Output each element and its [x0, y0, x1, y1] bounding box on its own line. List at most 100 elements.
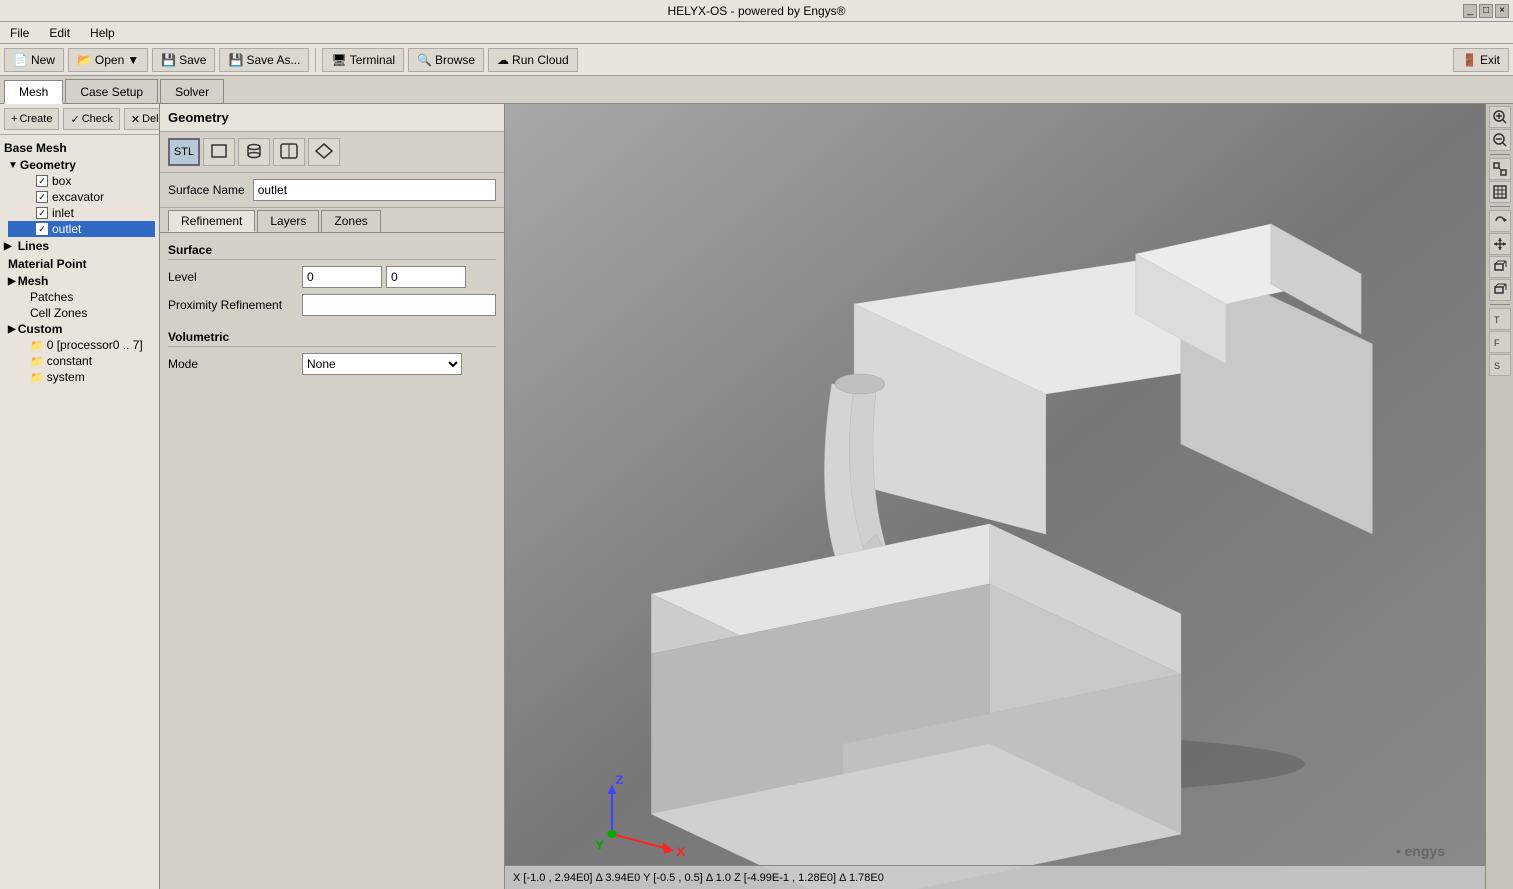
tree-item-box[interactable]: box	[8, 173, 155, 189]
rt-wireframe[interactable]	[1489, 256, 1511, 278]
menu-bar: File Edit Help	[0, 22, 1513, 44]
browse-icon: 🔍	[417, 53, 432, 67]
toolbar: 📄 New 📂 Open ▼ 💾 Save 💾 Save As... 🖥 Ter…	[0, 44, 1513, 76]
status-text: X [-1.0 , 2.94E0] Δ 3.94E0 Y [-0.5 , 0.5…	[513, 872, 884, 884]
close-button[interactable]: ×	[1495, 4, 1509, 18]
mode-select[interactable]: None Inside Outside	[302, 353, 462, 375]
browse-button[interactable]: 🔍 Browse	[408, 48, 484, 72]
window-title: HELYX-OS - powered by Engys®	[667, 4, 845, 18]
proximity-input[interactable]	[302, 294, 496, 316]
run-cloud-button[interactable]: ☁ Run Cloud	[488, 48, 578, 72]
base-mesh-label: Base Mesh	[4, 139, 155, 157]
rt-sep-2	[1490, 206, 1510, 207]
open-icon: 📂	[77, 53, 92, 67]
tab-mesh[interactable]: Mesh	[4, 80, 63, 104]
tree-item-patches[interactable]: Patches	[8, 289, 155, 305]
shape-diamond-button[interactable]	[308, 138, 340, 166]
rt-fit[interactable]	[1489, 158, 1511, 180]
custom-group-header[interactable]: ▶ Custom	[8, 321, 155, 337]
mesh-group: ▶ Mesh Patches Cell Zones	[4, 273, 155, 321]
geometry-header[interactable]: ▼ Geometry	[8, 157, 155, 173]
menu-help[interactable]: Help	[84, 24, 121, 42]
rt-sep-3	[1490, 304, 1510, 305]
mode-label: Mode	[168, 357, 298, 371]
rt-view-top[interactable]: T	[1489, 308, 1511, 330]
lines-label: ▶ Lines	[4, 237, 155, 255]
rt-view-side[interactable]: S	[1489, 354, 1511, 376]
rt-grid[interactable]	[1489, 181, 1511, 203]
sub-tab-refinement[interactable]: Refinement	[168, 210, 255, 232]
outlet-checkbox[interactable]	[36, 223, 48, 235]
viewport[interactable]: Z X Y • engys X [-1.0 , 2.94E0] Δ 3.94E0…	[505, 104, 1485, 889]
exit-button[interactable]: 🚪 Exit	[1453, 48, 1509, 72]
title-bar: HELYX-OS - powered by Engys® _ □ ×	[0, 0, 1513, 22]
svg-text:T: T	[1494, 315, 1500, 325]
tree-item-processor[interactable]: 📁 0 [processor0 .. 7]	[8, 337, 155, 353]
tree: Base Mesh ▼ Geometry box excavator	[0, 135, 159, 889]
toolbar-separator	[315, 48, 316, 72]
rt-zoom-in[interactable]	[1489, 106, 1511, 128]
create-button[interactable]: + Create	[4, 108, 59, 130]
right-toolbar: T F S	[1485, 104, 1513, 889]
rt-view-front[interactable]: F	[1489, 331, 1511, 353]
tree-item-cell-zones[interactable]: Cell Zones	[8, 305, 155, 321]
content-area: Surface Level Proximity Refinement Volum…	[160, 233, 504, 889]
check-icon: ✓	[70, 113, 79, 126]
3d-scene: Z X Y	[505, 104, 1485, 889]
tab-solver[interactable]: Solver	[160, 79, 224, 103]
save-as-icon: 💾	[228, 53, 243, 67]
delete-button[interactable]: ✕ Delete	[124, 108, 160, 130]
menu-file[interactable]: File	[4, 24, 35, 42]
rt-solid[interactable]	[1489, 279, 1511, 301]
new-icon: 📄	[13, 53, 28, 67]
level-row: Level	[168, 266, 496, 288]
rt-sep-1	[1490, 154, 1510, 155]
sub-tab-zones[interactable]: Zones	[321, 210, 380, 232]
shape-buttons: STL	[160, 132, 504, 173]
save-button[interactable]: 💾 Save	[152, 48, 215, 72]
mode-row: Mode None Inside Outside	[168, 353, 496, 375]
box-checkbox[interactable]	[36, 175, 48, 187]
proximity-row: Proximity Refinement	[168, 294, 496, 316]
custom-expand-icon: ▶	[8, 324, 16, 335]
save-as-button[interactable]: 💾 Save As...	[219, 48, 309, 72]
processor-folder-icon: 📁	[30, 339, 44, 352]
check-button[interactable]: ✓ Check	[63, 108, 119, 130]
mesh-group-header[interactable]: ▶ Mesh	[8, 273, 155, 289]
rt-pan[interactable]	[1489, 233, 1511, 255]
tree-item-constant[interactable]: 📁 constant	[8, 353, 155, 369]
save-icon: 💾	[161, 53, 176, 67]
lines-expand-icon: ▶	[4, 241, 12, 252]
shape-stl-button[interactable]: STL	[168, 138, 200, 166]
inlet-checkbox[interactable]	[36, 207, 48, 219]
status-bar: X [-1.0 , 2.94E0] Δ 3.94E0 Y [-0.5 , 0.5…	[505, 865, 1485, 889]
maximize-button[interactable]: □	[1479, 4, 1493, 18]
excavator-checkbox[interactable]	[36, 191, 48, 203]
menu-edit[interactable]: Edit	[43, 24, 76, 42]
terminal-button[interactable]: 🖥 Terminal	[322, 48, 404, 72]
sub-tab-layers[interactable]: Layers	[257, 210, 319, 232]
tree-item-outlet[interactable]: outlet	[8, 221, 155, 237]
rt-rotate[interactable]	[1489, 210, 1511, 232]
tab-case-setup[interactable]: Case Setup	[65, 79, 158, 103]
surface-name-row: Surface Name	[160, 173, 504, 208]
open-button[interactable]: 📂 Open ▼	[68, 48, 148, 72]
shape-box-button[interactable]	[203, 138, 235, 166]
svg-text:Z: Z	[615, 773, 623, 787]
rt-zoom-out[interactable]	[1489, 129, 1511, 151]
tree-item-inlet[interactable]: inlet	[8, 205, 155, 221]
new-button[interactable]: 📄 New	[4, 48, 64, 72]
shape-sphere-button[interactable]	[273, 138, 305, 166]
shape-cylinder-button[interactable]	[238, 138, 270, 166]
terminal-icon: 🖥	[331, 53, 346, 67]
tree-item-excavator[interactable]: excavator	[8, 189, 155, 205]
material-point-label: Material Point	[4, 255, 155, 273]
geometry-panel-title: Geometry	[160, 104, 504, 132]
tree-item-system[interactable]: 📁 system	[8, 369, 155, 385]
minimize-button[interactable]: _	[1463, 4, 1477, 18]
surface-name-input[interactable]	[253, 179, 496, 201]
svg-text:F: F	[1494, 338, 1500, 348]
level-max-input[interactable]	[386, 266, 466, 288]
svg-text:X: X	[676, 845, 686, 859]
level-min-input[interactable]	[302, 266, 382, 288]
